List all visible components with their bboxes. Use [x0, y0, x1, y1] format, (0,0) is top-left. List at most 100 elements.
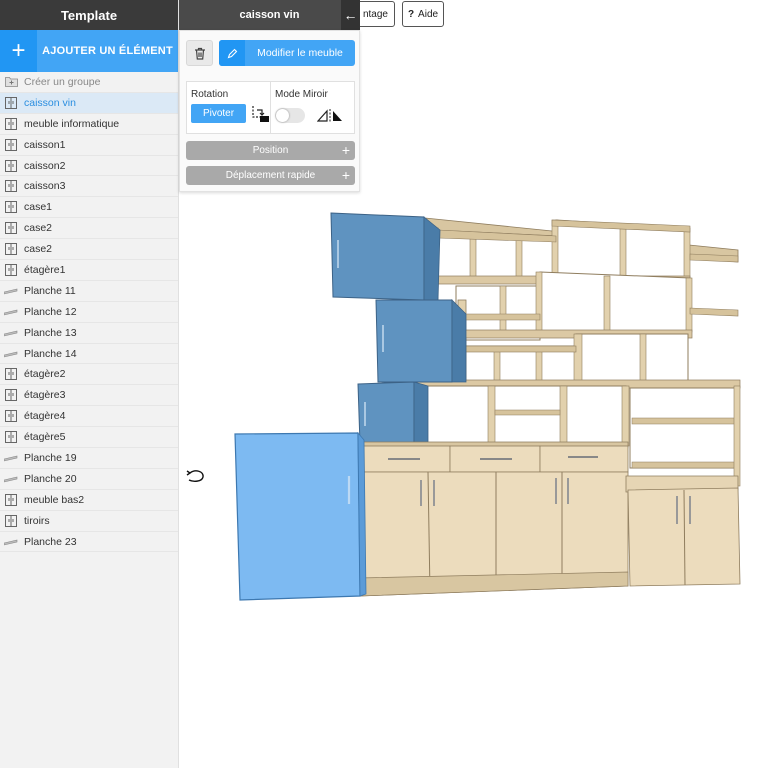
- list-item-label: case1: [24, 201, 53, 214]
- list-item-label: Créer un groupe: [24, 75, 101, 88]
- cabinet-icon: [4, 410, 18, 423]
- help-button[interactable]: ? Aide: [402, 1, 444, 27]
- list-item[interactable]: Planche 23: [0, 532, 178, 553]
- list-item[interactable]: caisson vin: [0, 92, 178, 114]
- list-item[interactable]: étagère1: [0, 260, 178, 281]
- transform-options: Rotation Pivoter Mode Miroir: [186, 81, 355, 134]
- plank-icon: [4, 452, 18, 464]
- quick-move-section[interactable]: Déplacement rapide +: [186, 166, 355, 185]
- cabinet-icon: [4, 96, 18, 109]
- mirror-title: Mode Miroir: [275, 89, 328, 100]
- list-item[interactable]: étagère5: [0, 427, 178, 449]
- list-item[interactable]: Planche 20: [0, 469, 178, 490]
- list-item[interactable]: étagère2: [0, 364, 178, 386]
- back-button[interactable]: ←: [341, 0, 360, 30]
- montage-label[interactable]: ntage: [363, 9, 388, 20]
- list-item-label: tiroirs: [24, 514, 50, 527]
- list-item[interactable]: Planche 19: [0, 448, 178, 469]
- list-item[interactable]: case2: [0, 239, 178, 261]
- list-item[interactable]: caisson3: [0, 176, 178, 198]
- list-item[interactable]: caisson1: [0, 135, 178, 156]
- list-item[interactable]: case2: [0, 218, 178, 240]
- edit-furniture-button[interactable]: Modifier le meuble: [219, 40, 355, 66]
- caisson-vin-selected[interactable]: [234, 431, 367, 601]
- mirror-icon: [317, 109, 342, 123]
- list-item-label: Planche 20: [24, 472, 77, 485]
- list-item[interactable]: meuble informatique: [0, 114, 178, 135]
- cabinet-icon: [4, 180, 18, 193]
- create-group-item[interactable]: Créer un groupe: [0, 72, 178, 93]
- cabinet-icon: [4, 159, 18, 172]
- list-item-label: meuble informatique: [24, 117, 120, 130]
- list-item-label: étagère2: [24, 368, 66, 381]
- plus-icon[interactable]: +: [342, 167, 350, 183]
- rotate-corner-icon: [252, 106, 269, 122]
- caisson-blue-1[interactable]: [330, 212, 441, 301]
- list-item[interactable]: Planche 13: [0, 323, 178, 344]
- plus-icon[interactable]: +: [0, 30, 37, 72]
- list-item-label: Planche 23: [24, 535, 77, 548]
- element-options-panel: Modifier le meuble Rotation Pivoter Mode…: [179, 30, 360, 192]
- list-item[interactable]: Planche 12: [0, 302, 178, 323]
- cabinet-icon: [4, 117, 18, 130]
- list-item[interactable]: Planche 14: [0, 344, 178, 365]
- app-root: Template + AJOUTER UN ÉLÉMENT Créer un g…: [0, 0, 769, 768]
- list-item[interactable]: Planche 11: [0, 281, 178, 302]
- list-item-label: case2: [24, 243, 53, 256]
- plank-icon: [4, 285, 18, 297]
- rotation-section: Rotation Pivoter: [187, 82, 270, 133]
- selected-element-name: caisson vin: [239, 9, 300, 21]
- mirror-toggle[interactable]: [275, 108, 305, 123]
- mirror-section: Mode Miroir: [270, 82, 354, 133]
- folder-plus-icon: [4, 76, 18, 88]
- list-item-label: étagère3: [24, 389, 66, 402]
- selected-element-title: caisson vin: [179, 0, 360, 30]
- add-element-button[interactable]: + AJOUTER UN ÉLÉMENT: [0, 30, 178, 72]
- list-item[interactable]: étagère3: [0, 385, 178, 407]
- edit-furniture-label[interactable]: Modifier le meuble: [245, 40, 355, 66]
- cabinet-icon: [4, 368, 18, 381]
- list-item[interactable]: caisson2: [0, 156, 178, 177]
- list-item[interactable]: tiroirs: [0, 511, 178, 532]
- plank-icon: [4, 327, 18, 339]
- cabinet-icon: [4, 493, 18, 506]
- position-label[interactable]: Position: [253, 145, 289, 156]
- add-element-label[interactable]: AJOUTER UN ÉLÉMENT: [37, 30, 178, 72]
- caisson-blue-3[interactable]: [357, 381, 429, 445]
- element-list: Créer un groupe caisson vin meuble informa…: [0, 72, 178, 553]
- plus-icon[interactable]: +: [342, 142, 350, 158]
- cabinet-icon: [4, 431, 18, 444]
- list-item[interactable]: case1: [0, 197, 178, 219]
- list-item-label: Planche 14: [24, 347, 77, 360]
- cabinet-icon: [4, 222, 18, 235]
- cabinet-icon: [4, 514, 18, 527]
- question-icon: ?: [407, 8, 415, 20]
- position-section[interactable]: Position +: [186, 141, 355, 160]
- plank-icon: [4, 473, 18, 485]
- plank-icon: [4, 536, 18, 548]
- pivot-button[interactable]: Pivoter: [191, 104, 246, 123]
- list-item[interactable]: meuble bas2: [0, 490, 178, 511]
- toggle-knob[interactable]: [276, 109, 289, 122]
- list-item-label: étagère5: [24, 431, 66, 444]
- pivot-label[interactable]: Pivoter: [203, 108, 234, 119]
- list-item-label: étagère1: [24, 263, 66, 276]
- arrow-left-icon: ←: [343, 7, 358, 23]
- list-item-label: caisson2: [24, 159, 66, 172]
- pencil-icon: [219, 40, 245, 66]
- list-item-label: Planche 13: [24, 326, 77, 339]
- quick-move-label[interactable]: Déplacement rapide: [226, 170, 316, 181]
- help-label[interactable]: Aide: [418, 9, 438, 20]
- list-item-label: caisson3: [24, 180, 66, 193]
- cabinet-icon: [4, 389, 18, 402]
- list-item-label: Planche 11: [24, 284, 76, 297]
- cabinet-icon: [4, 243, 18, 256]
- furniture-viewport[interactable]: [180, 192, 769, 768]
- plank-icon: [4, 348, 18, 360]
- caisson-blue-2[interactable]: [375, 299, 467, 383]
- delete-button[interactable]: [186, 40, 213, 66]
- list-item[interactable]: étagère4: [0, 406, 178, 428]
- plank-icon: [4, 306, 18, 318]
- cabinet-icon: [4, 138, 18, 151]
- cabinet-icon: [4, 263, 18, 276]
